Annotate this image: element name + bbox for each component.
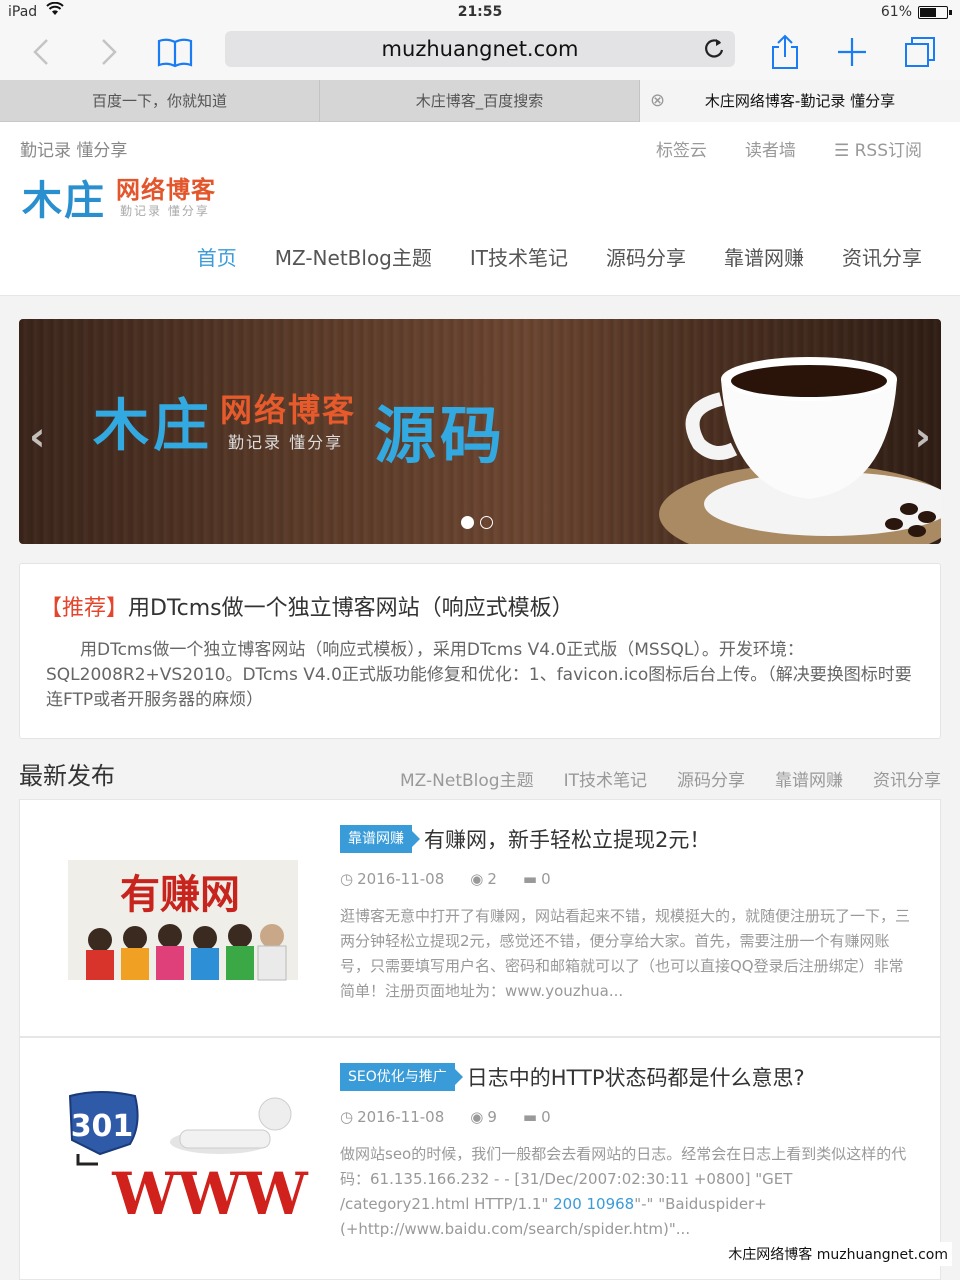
browser-toolbar: muzhuangnet.com: [0, 26, 960, 80]
post-category-badge[interactable]: SEO优化与推广: [340, 1063, 463, 1091]
main-nav: 首页 MZ-NetBlog主题 IT技术笔记 源码分享 靠谱网赚 资讯分享: [197, 242, 922, 271]
nav-news-share[interactable]: 资讯分享: [842, 242, 922, 271]
rss-icon: ☰: [833, 141, 855, 161]
logo-red: 网络博客: [116, 176, 216, 204]
site-logo[interactable]: 木庄 网络博客 勤记录 懂分享: [22, 168, 252, 226]
banner-main: 木庄: [93, 393, 213, 459]
slider-dot-2[interactable]: [480, 516, 493, 529]
nav-mz-netblog[interactable]: MZ-NetBlog主题: [275, 242, 432, 271]
nav-online-earn[interactable]: 靠谱网赚: [724, 242, 804, 271]
post-title[interactable]: 靠谱网赚 有赚网，新手轻松立提现2元！: [340, 824, 710, 854]
tab-bar: 百度一下，你就知道 木庄博客_百度搜索 ⊗ 木庄网络博客-勤记录 懂分享: [0, 80, 960, 122]
forward-icon[interactable]: [88, 32, 128, 72]
post-excerpt: 逛博客无意中打开了有赚网，网站看起来不错，规模挺大的，就随便注册玩了一下，三两分…: [340, 907, 911, 1000]
post-meta: ◷ 2016-11-08 ◉ 2 ▬ 0: [340, 870, 551, 888]
bookmarks-icon[interactable]: [155, 32, 195, 72]
site-tagline: 勤记录 懂分享: [20, 141, 128, 161]
post-thumbnail[interactable]: 301 WWW: [60, 1084, 309, 1234]
watermark: 木庄网络博客 muzhuangnet.com: [724, 1242, 952, 1266]
comment-icon: ▬: [522, 870, 538, 888]
latest-title: 最新发布: [19, 762, 115, 790]
comment-icon: ▬: [522, 1108, 538, 1126]
url-text: muzhuangnet.com: [381, 37, 579, 61]
close-tab-icon[interactable]: ⊗: [650, 80, 665, 122]
clock: 21:55: [457, 4, 503, 20]
banner-slider[interactable]: ‹ › 木庄 网络博客 勤记录 懂分享 源码: [19, 319, 941, 544]
excerpt-status-code: 200 10968: [553, 1195, 635, 1213]
rss-link[interactable]: ☰ RSS订阅: [834, 136, 922, 161]
eye-icon: ◉: [470, 1108, 484, 1126]
nav-it-notes[interactable]: IT技术笔记: [470, 242, 568, 271]
rss-label: RSS订阅: [854, 141, 922, 161]
post-item: 有赚网 靠谱网赚 有赚网，新手轻松立提现2元！ ◷ 2016-11-08 ◉ 2 ▬…: [19, 799, 941, 1037]
post-excerpt: 做网站seo的时候，我们一般都会去看网站的日志。经常会在日志上看到类似这样的代码…: [340, 1142, 915, 1242]
recommend-body: 用DTcms做一个独立博客网站（响应式模板），采用DTcms V4.0正式版（M…: [46, 640, 912, 710]
cat-it-notes[interactable]: IT技术笔记: [564, 766, 647, 791]
share-icon[interactable]: [765, 32, 805, 72]
battery-icon: [918, 5, 952, 19]
new-tab-icon[interactable]: [832, 32, 872, 72]
latest-header: 最新发布 MZ-NetBlog主题 IT技术笔记 源码分享 靠谱网赚 资讯分享: [19, 756, 941, 792]
post-views: ◉ 9: [470, 1108, 497, 1126]
status-bar: iPad 21:55 61%: [0, 0, 960, 26]
post-title-text: 日志中的HTTP状态码都是什么意思?: [466, 1066, 805, 1090]
site-header: 勤记录 懂分享 标签云 读者墙 ☰ RSS订阅 木庄 网络博客 勤记录 懂分享 …: [0, 122, 960, 296]
reload-icon[interactable]: [703, 31, 725, 79]
eye-icon: ◉: [470, 870, 484, 888]
tabs-overview-icon[interactable]: [900, 32, 940, 72]
post-comments: ▬ 0: [522, 870, 551, 888]
nav-home[interactable]: 首页: [197, 242, 237, 271]
banner-red: 网络博客: [220, 391, 357, 429]
thumb-www: WWW: [111, 1160, 308, 1228]
tab-baidu[interactable]: 百度一下，你就知道: [0, 80, 320, 122]
cat-source-share[interactable]: 源码分享: [677, 766, 745, 791]
slider-dots: [461, 516, 493, 529]
battery-indicator: 61%: [880, 4, 952, 20]
post-category-badge[interactable]: 靠谱网赚: [340, 825, 420, 853]
slider-next-icon[interactable]: ›: [915, 414, 931, 460]
top-links: 标签云 读者墙 ☰ RSS订阅: [656, 136, 922, 161]
reader-wall-link[interactable]: 读者墙: [745, 136, 796, 161]
post-views: ◉ 2: [470, 870, 497, 888]
post-date: ◷ 2016-11-08: [340, 870, 445, 888]
latest-categories: MZ-NetBlog主题 IT技术笔记 源码分享 靠谱网赚 资讯分享: [400, 766, 941, 791]
thumb-301: 301: [71, 1109, 134, 1144]
tag-cloud-link[interactable]: 标签云: [656, 136, 707, 161]
slider-prev-icon[interactable]: ‹: [29, 414, 45, 460]
post-title-text: 有赚网，新手轻松立提现2元！: [424, 828, 711, 852]
thumb-title: 有赚网: [120, 872, 240, 918]
nav-source-share[interactable]: 源码分享: [606, 242, 686, 271]
tab-muzhuang-active[interactable]: ⊗ 木庄网络博客-勤记录 懂分享: [640, 80, 960, 122]
recommend-title[interactable]: 【推荐】用DTcms做一个独立博客网站（响应式模板）: [40, 590, 574, 622]
tab-baidu-search[interactable]: 木庄博客_百度搜索: [320, 80, 640, 122]
post-thumbnail[interactable]: 有赚网: [60, 850, 308, 990]
tab-label: 百度一下，你就知道: [91, 92, 227, 110]
recommend-tag: 【推荐】: [40, 596, 129, 621]
post-date: ◷ 2016-11-08: [340, 1108, 445, 1126]
banner-sub: 勤记录 懂分享: [228, 433, 344, 452]
post-title[interactable]: SEO优化与推广 日志中的HTTP状态码都是什么意思?: [340, 1062, 805, 1092]
recommend-box: 【推荐】用DTcms做一个独立博客网站（响应式模板） 用DTcms做一个独立博客…: [19, 563, 941, 739]
battery-percent: 61%: [880, 4, 912, 20]
post-meta: ◷ 2016-11-08 ◉ 9 ▬ 0: [340, 1108, 551, 1126]
cat-news-share[interactable]: 资讯分享: [873, 766, 941, 791]
banner-code: 源码: [374, 399, 507, 472]
clock-icon: ◷: [340, 1108, 354, 1126]
recommend-title-text: 用DTcms做一个独立博客网站（响应式模板）: [128, 596, 574, 621]
coffee-cup-image: [659, 357, 941, 544]
back-icon[interactable]: [22, 32, 62, 72]
cat-online-earn[interactable]: 靠谱网赚: [775, 766, 843, 791]
tab-label: 木庄网络博客-勤记录 懂分享: [704, 92, 896, 110]
tab-label: 木庄博客_百度搜索: [415, 92, 544, 110]
slider-dot-1[interactable]: [461, 516, 474, 529]
address-bar[interactable]: muzhuangnet.com: [225, 31, 735, 67]
logo-sub: 勤记录 懂分享: [120, 204, 210, 218]
logo-main: 木庄: [22, 177, 106, 224]
cat-mz-netblog[interactable]: MZ-NetBlog主题: [400, 766, 534, 791]
clock-icon: ◷: [340, 870, 354, 888]
post-comments: ▬ 0: [522, 1108, 551, 1126]
